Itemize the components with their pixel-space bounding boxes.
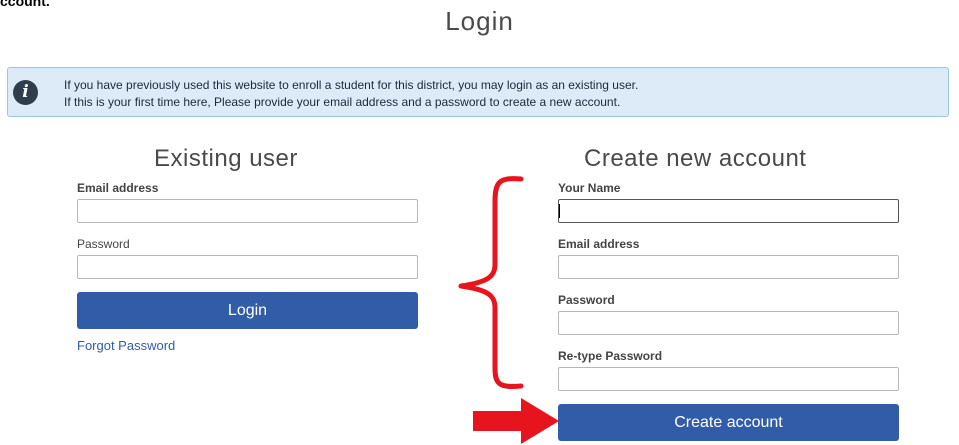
new-password-input[interactable] [558, 311, 899, 335]
arrow-annotation [473, 398, 559, 444]
create-account-button[interactable]: Create account [558, 404, 899, 441]
existing-email-label: Email address [77, 181, 159, 195]
existing-email-input[interactable] [77, 199, 418, 223]
new-email-label: Email address [558, 237, 640, 251]
forgot-password-link[interactable]: Forgot Password [77, 338, 175, 353]
existing-password-label: Password [77, 237, 130, 251]
your-name-label: Your Name [558, 181, 621, 195]
text-cursor [559, 204, 560, 218]
retype-password-input[interactable] [558, 367, 899, 391]
brace-annotation [458, 176, 524, 389]
new-password-label: Password [558, 293, 615, 307]
info-alert: i If you have previously used this websi… [7, 67, 949, 117]
existing-user-title: Existing user [154, 145, 298, 172]
page-title: Login [445, 6, 514, 36]
info-icon: i [13, 80, 38, 105]
your-name-input[interactable] [558, 199, 899, 223]
existing-password-input[interactable] [77, 255, 418, 279]
info-text-line-1: If you have previously used this website… [64, 78, 639, 92]
retype-password-label: Re-type Password [558, 349, 663, 363]
new-email-input[interactable] [558, 255, 899, 279]
create-account-title: Create new account [584, 145, 807, 172]
login-button[interactable]: Login [77, 292, 418, 329]
info-text-line-2: If this is your first time here, Please … [64, 95, 621, 109]
